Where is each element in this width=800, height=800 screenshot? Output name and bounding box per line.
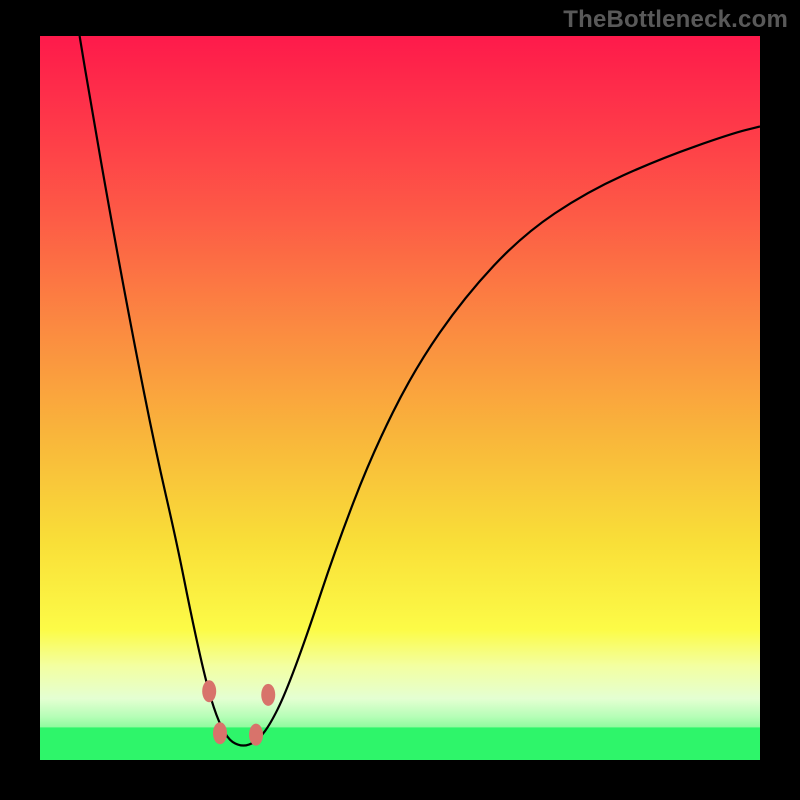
marker-left-upper <box>202 680 216 702</box>
bottleneck-plot <box>0 0 800 800</box>
marker-right-lower <box>249 724 263 746</box>
marker-left-lower <box>213 722 227 744</box>
green-band <box>40 727 760 760</box>
marker-right-upper <box>261 684 275 706</box>
figure-container: TheBottleneck.com <box>0 0 800 800</box>
